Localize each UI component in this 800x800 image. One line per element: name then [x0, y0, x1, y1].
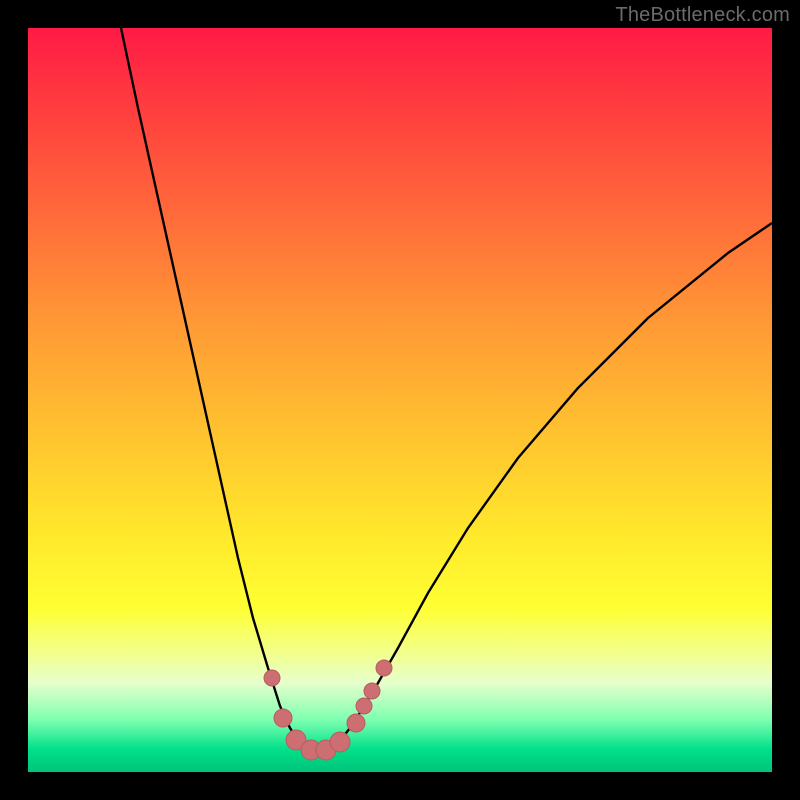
curve-marker [347, 714, 365, 732]
curve-markers [264, 660, 392, 760]
curve-marker [376, 660, 392, 676]
chart-frame: TheBottleneck.com [0, 0, 800, 800]
bottleneck-curve-path [121, 28, 772, 752]
curve-marker [330, 732, 350, 752]
watermark-text: TheBottleneck.com [615, 4, 790, 27]
curve-marker [264, 670, 280, 686]
curve-marker [356, 698, 372, 714]
chart-plot-area [28, 28, 772, 772]
curve-marker [364, 683, 380, 699]
curve-marker [274, 709, 292, 727]
bottleneck-curve-svg [28, 28, 772, 772]
